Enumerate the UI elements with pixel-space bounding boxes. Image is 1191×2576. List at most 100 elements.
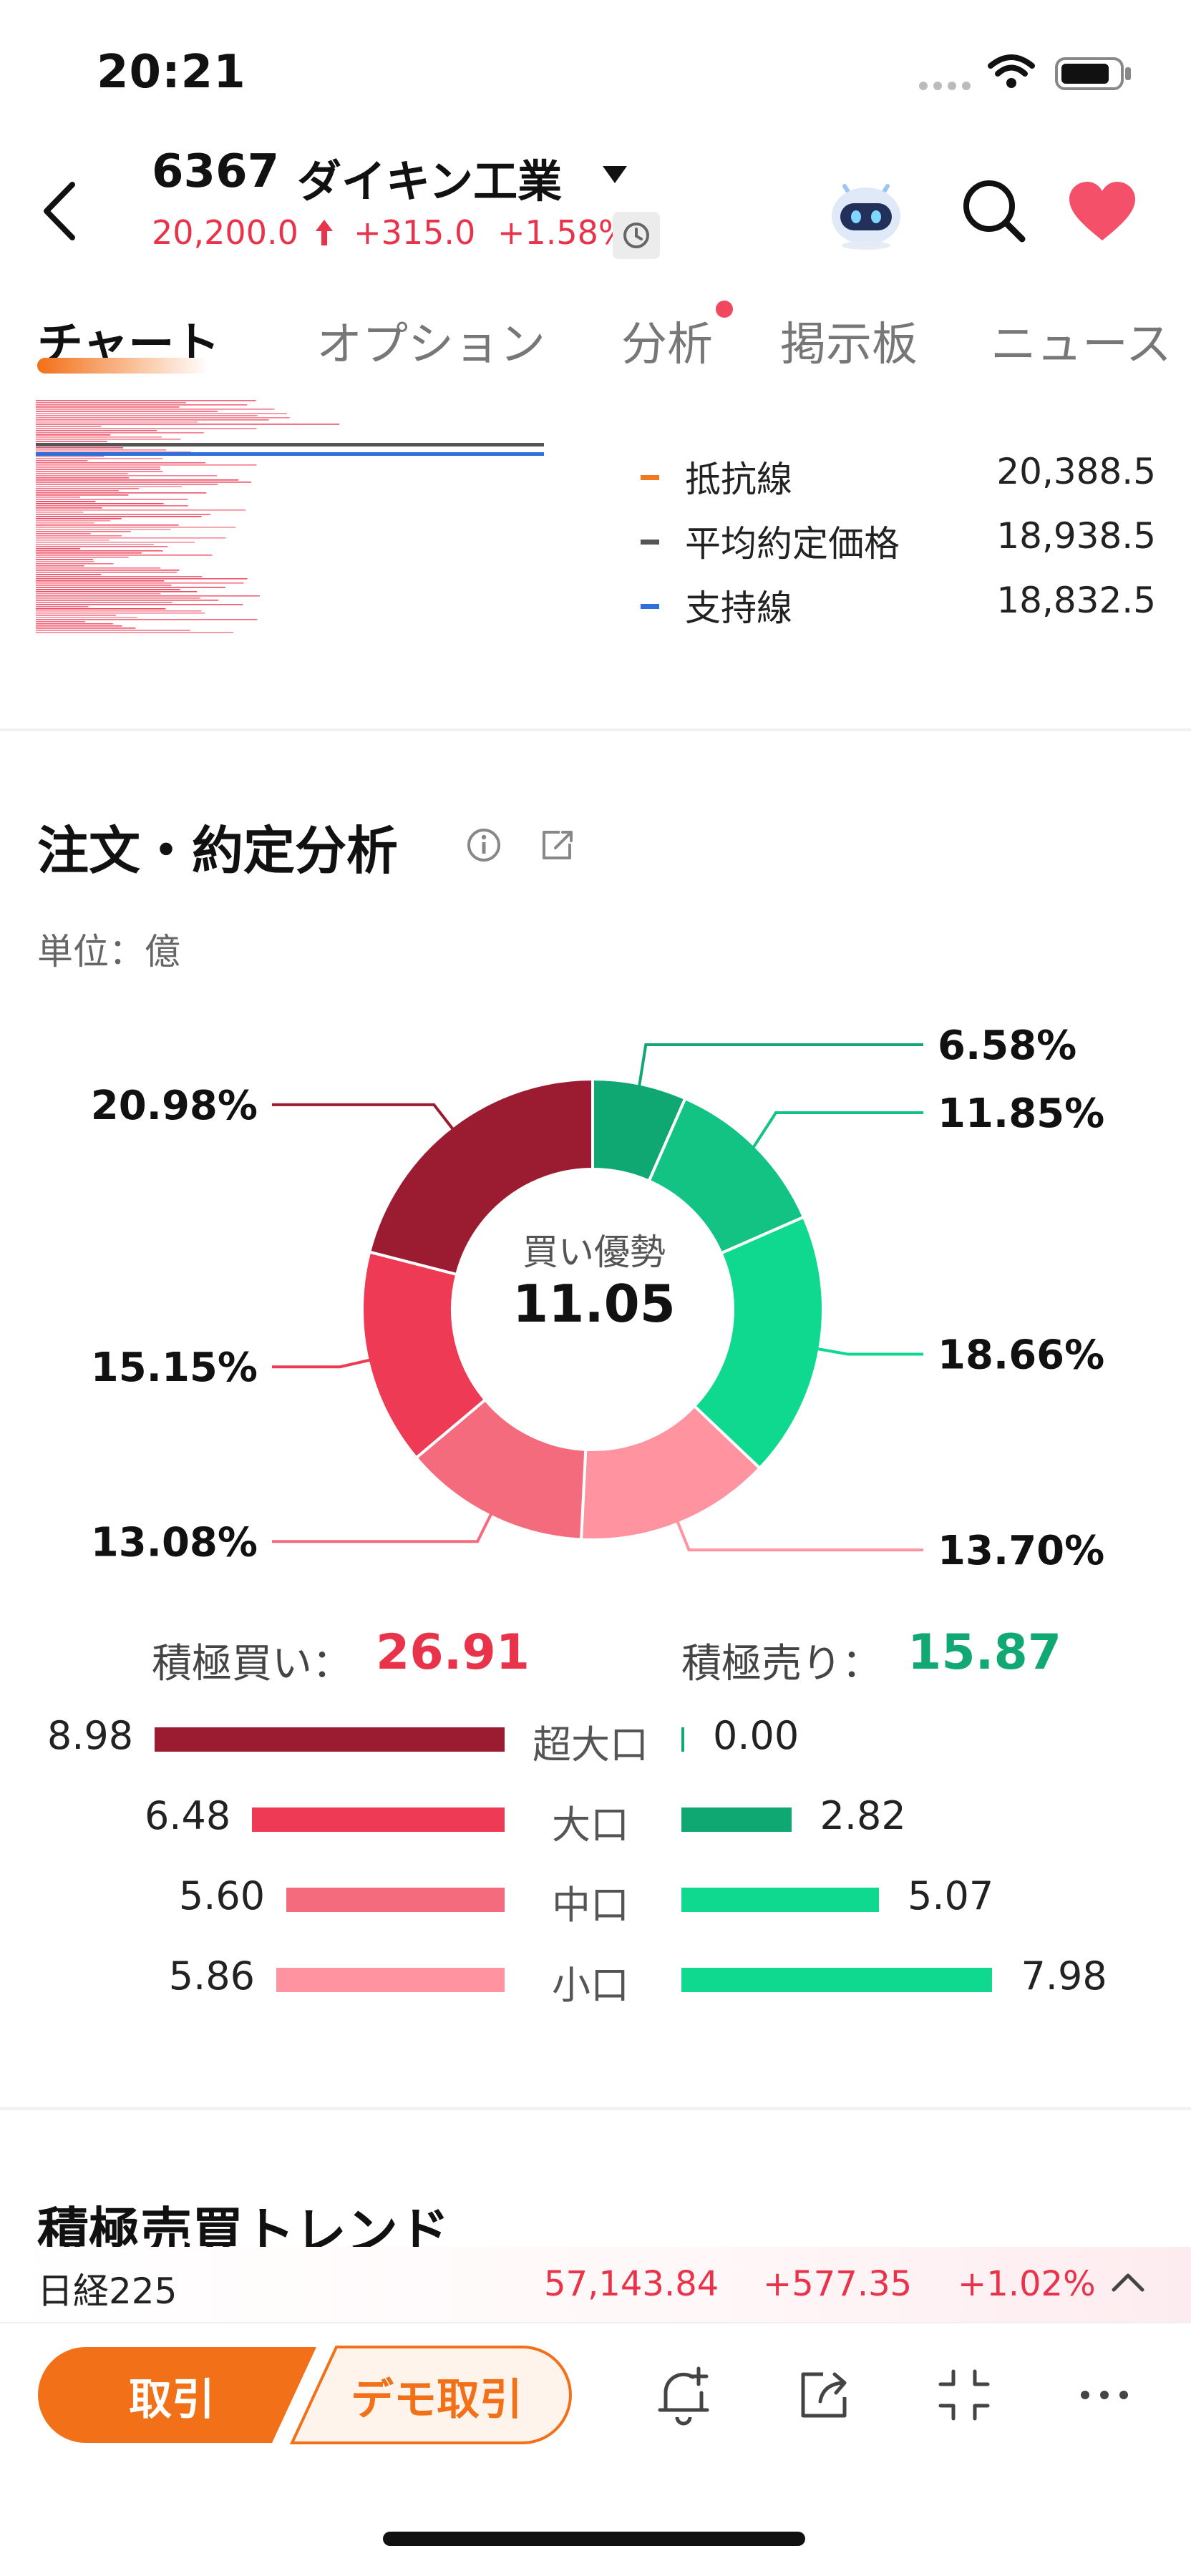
volume-bar (36, 406, 180, 408)
ticker-value: 57,143.84 (544, 2264, 719, 2304)
volume-bar (36, 471, 163, 472)
dropdown-caret-icon[interactable] (603, 166, 627, 187)
volume-bar (36, 632, 233, 633)
volume-bar (36, 503, 164, 504)
volume-bar (36, 550, 163, 552)
clock-icon[interactable] (613, 212, 660, 259)
sell-bar (681, 1968, 993, 1992)
volume-bar (36, 630, 190, 631)
breakdown-row: 6.48 大口 2.82 (0, 1783, 1191, 1855)
chevron-up-icon[interactable] (1109, 2268, 1147, 2297)
donut-leader-line (749, 1111, 923, 1153)
volume-bar (36, 535, 122, 537)
volume-bar (36, 542, 195, 543)
legend-swatch (641, 604, 659, 609)
bottom-action-bar: 取引 デモ取引 (0, 2322, 1191, 2488)
tab-active-indicator (37, 358, 209, 374)
sell-bar (681, 1807, 792, 1832)
donut-center-label: 買い優勢 (522, 1231, 666, 1273)
volume-bar (36, 486, 183, 487)
donut-slice-label: 6.58% (938, 1023, 1076, 1069)
legend-row-support: 支持線 18,832.5 (641, 580, 1156, 630)
volume-bar (36, 512, 84, 513)
volume-bar (36, 473, 128, 474)
donut-slice-label: 20.98% (91, 1083, 258, 1129)
volume-bar (36, 458, 163, 459)
volume-bar (36, 479, 239, 481)
volume-bar (36, 589, 180, 590)
robot-assistant-icon[interactable] (823, 172, 909, 253)
stock-name[interactable]: ダイキン工業 (297, 145, 562, 210)
breakdown-row: 5.60 中口 5.07 (0, 1863, 1191, 1935)
volume-bar (36, 469, 161, 470)
buy-value: 6.48 (144, 1793, 231, 1838)
volume-bar (36, 439, 181, 440)
share-icon[interactable] (538, 826, 575, 867)
back-icon[interactable] (39, 179, 82, 246)
volume-bar (36, 421, 198, 423)
buy-summary-value: 26.91 (376, 1624, 530, 1681)
legend-row-resistance: 抵抗線 20,388.5 (641, 451, 1156, 501)
buy-bar (276, 1968, 505, 1992)
volume-bar (36, 499, 188, 500)
volume-bar (36, 501, 96, 502)
volume-bar (36, 484, 218, 485)
signal-icon (918, 79, 975, 96)
volume-bar (36, 490, 119, 492)
volume-bar (36, 625, 122, 627)
volume-bar (36, 428, 257, 429)
buy-summary-label: 積極買い： (152, 1641, 352, 1687)
volume-bar (36, 593, 161, 595)
sell-bar (681, 1888, 880, 1912)
search-icon[interactable] (959, 176, 1028, 248)
volume-bar (36, 548, 81, 550)
trade-button[interactable]: 取引 (36, 2365, 308, 2427)
legend-label: 支持線 (685, 587, 792, 629)
volume-bar (36, 505, 188, 507)
stock-code[interactable]: 6367 (152, 145, 279, 198)
volume-bar (36, 561, 94, 562)
volume-bar (36, 591, 198, 592)
volume-bar (36, 488, 140, 489)
volume-bar (36, 518, 122, 519)
alert-bell-icon[interactable] (651, 2363, 716, 2430)
demo-trade-button[interactable]: デモ取引 (301, 2365, 573, 2427)
volume-bar (36, 507, 102, 509)
volume-bar (36, 516, 202, 517)
volume-bar (36, 527, 236, 528)
index-ticker[interactable]: 日経225 57,143.84 +577.35 +1.02% (0, 2247, 1191, 2322)
volume-bar (36, 600, 219, 601)
volume-bar (36, 544, 154, 545)
volume-bar (36, 546, 168, 547)
section-title: 注文・約定分析 (37, 821, 399, 881)
collapse-icon[interactable] (932, 2363, 996, 2430)
volume-bar (36, 475, 218, 477)
unit-label: 単位：億 (37, 931, 180, 972)
tab-options[interactable]: オプション (316, 308, 545, 374)
share-icon[interactable] (792, 2363, 856, 2430)
tab-analysis[interactable]: 分析 (621, 308, 713, 374)
price-change-pct: +1.58% (497, 213, 630, 252)
tab-news[interactable]: ニュース (991, 308, 1172, 374)
volume-bar (36, 587, 225, 588)
favorite-heart-icon[interactable] (1066, 179, 1138, 246)
volume-bar (36, 529, 171, 530)
volume-bar (36, 617, 137, 618)
donut-slice-label: 18.66% (938, 1332, 1104, 1378)
more-icon[interactable] (1072, 2363, 1137, 2430)
legend-swatch (641, 475, 659, 480)
volume-bar (36, 565, 84, 567)
volume-bar (36, 576, 203, 577)
tab-board[interactable]: 掲示板 (780, 308, 918, 374)
volume-bar (36, 522, 94, 524)
volume-bar (36, 578, 248, 580)
notification-dot (716, 301, 733, 318)
breakdown-row: 5.86 小口 7.98 (0, 1943, 1191, 2015)
volume-bar (36, 531, 131, 532)
buy-value: 8.98 (47, 1713, 134, 1758)
buy-value: 5.86 (168, 1953, 255, 1999)
volume-bar (36, 417, 290, 419)
donut-leader-line (272, 1357, 376, 1369)
info-icon[interactable] (465, 826, 502, 867)
volume-bar (36, 628, 136, 629)
